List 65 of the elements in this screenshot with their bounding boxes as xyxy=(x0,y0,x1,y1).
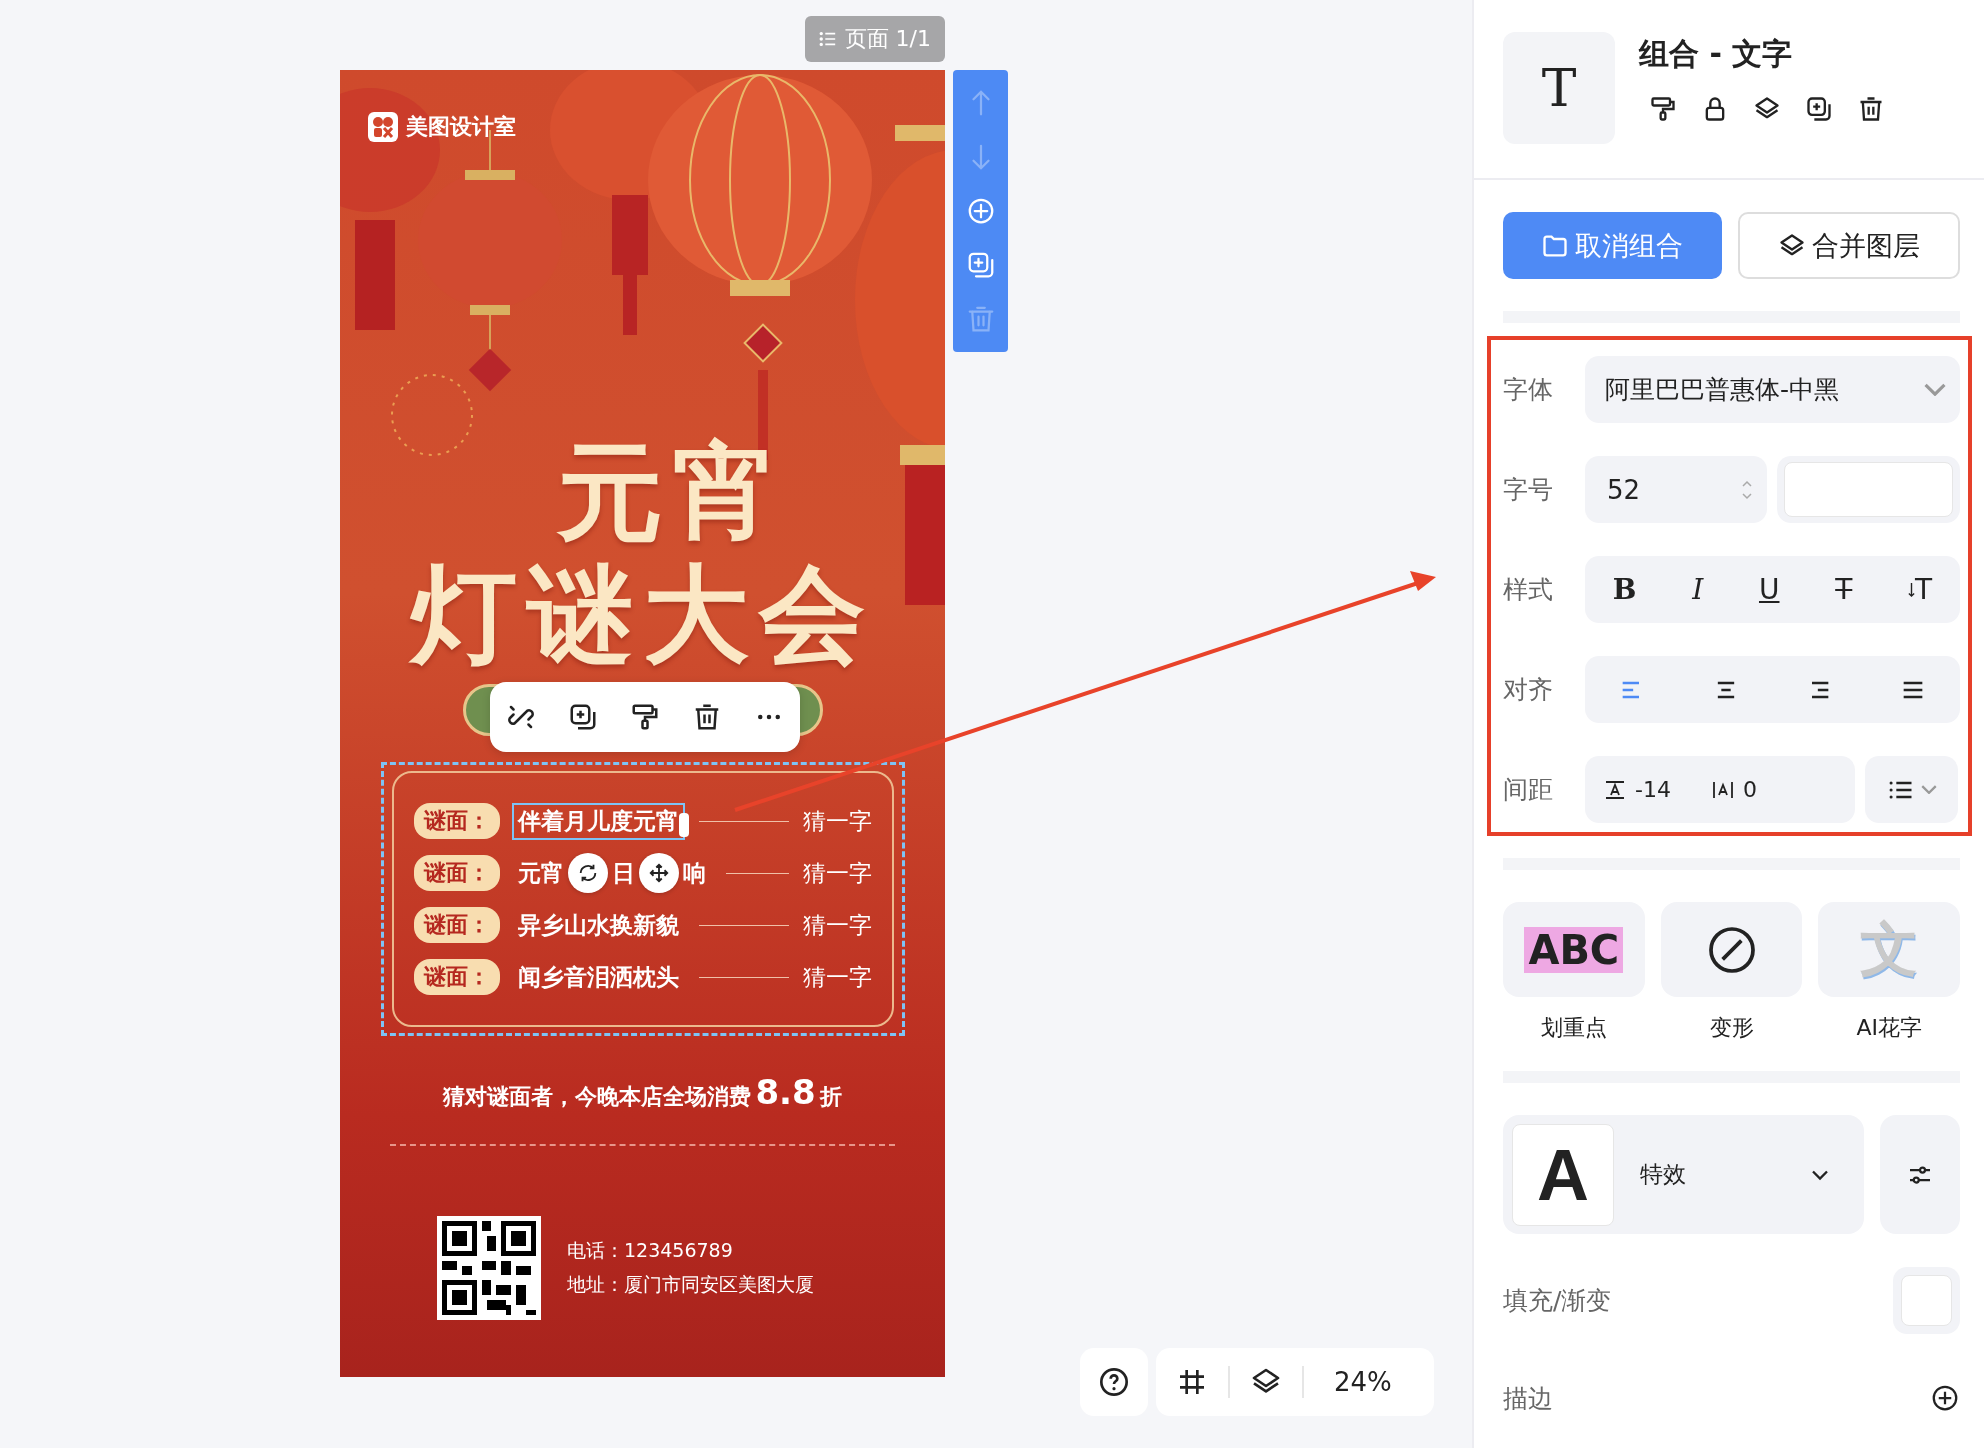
poster-title: 元宵 xyxy=(556,432,789,554)
chevron-down-icon xyxy=(1920,785,1937,794)
font-dropdown[interactable]: 阿里巴巴普惠体-中黑 xyxy=(1585,356,1960,423)
riddle-answer: 猜一字 xyxy=(802,910,872,940)
underline-button[interactable]: U xyxy=(1759,573,1780,606)
riddle-answer: 猜一字 xyxy=(802,806,872,836)
contact-text: 地址：厦门市同安区美图大厦 xyxy=(567,1272,814,1297)
resize-handle[interactable] xyxy=(678,812,689,837)
stroke-label: 描边 xyxy=(1503,1382,1553,1415)
selection-frame[interactable]: 谜面： 伴着月儿度元宵 猜一字 谜面： 元宵 日 响 猜一字 谜面： 异乡山水换新貌 猜一字 谜面： 闻乡音泪洒枕头 猜一字 xyxy=(380,762,905,1036)
field-label: 样式 xyxy=(1503,574,1554,606)
paint-roller-icon[interactable] xyxy=(1649,95,1677,123)
strike-button[interactable]: T xyxy=(1835,573,1853,606)
help-icon xyxy=(1098,1366,1130,1398)
field-label: 字体 xyxy=(1503,374,1554,406)
riddle-text: 响 xyxy=(682,858,706,888)
letter-spacing-value[interactable]: -14 xyxy=(1635,777,1671,802)
riddle-answer: 猜一字 xyxy=(802,858,872,888)
fill-color-swatch[interactable] xyxy=(1893,1266,1960,1334)
warp-effect-tile[interactable] xyxy=(1660,902,1803,997)
font-size-input[interactable]: 52 xyxy=(1585,456,1767,523)
logo-icon xyxy=(368,112,398,142)
move-icon xyxy=(647,862,670,884)
riddle-text: 异乡山水换新貌 xyxy=(517,910,679,940)
riddle-answer: 猜一字 xyxy=(802,962,872,992)
brand-name: 美图设计室 xyxy=(406,113,516,141)
help-button[interactable] xyxy=(1080,1348,1148,1416)
list-icon xyxy=(818,30,837,48)
poster-title: 灯谜大会 xyxy=(410,554,875,676)
riddle-text: 伴着月儿度元宵 xyxy=(517,806,679,836)
vertical-button[interactable]: T xyxy=(1908,573,1933,606)
list-dropdown[interactable] xyxy=(1865,756,1958,823)
field-label: 间距 xyxy=(1503,774,1554,806)
promo-text: 猜对谜面者，今晚本店全场消费 8.8 折 xyxy=(443,1072,842,1112)
bold-button[interactable]: B xyxy=(1612,573,1637,606)
duplicate-icon[interactable] xyxy=(1805,95,1833,123)
effect-label: AI花字 xyxy=(1856,1014,1922,1042)
empty-input[interactable] xyxy=(1777,456,1960,523)
chevron-down-icon xyxy=(1924,383,1946,396)
riddle-text: 日 xyxy=(611,858,635,888)
riddle-tag: 谜面： xyxy=(413,803,500,839)
move-handle[interactable] xyxy=(638,853,679,893)
text-preview: T xyxy=(1503,32,1615,144)
riddle-text: 闻乡音泪洒枕头 xyxy=(517,962,679,992)
contact-text: 电话：123456789 xyxy=(567,1238,734,1263)
add-icon[interactable] xyxy=(1930,1383,1960,1413)
panel-title: 组合 - 文字 xyxy=(1639,35,1794,73)
riddle-tag: 谜面： xyxy=(413,907,500,943)
effect-dropdown[interactable]: A 特效 xyxy=(1503,1115,1864,1234)
zoom-level[interactable]: 24% xyxy=(1324,1367,1414,1397)
paint-roller-icon[interactable] xyxy=(630,702,660,732)
effect-label: 划重点 xyxy=(1540,1014,1607,1042)
riddle-text: 元宵 xyxy=(517,858,564,888)
rotate-handle[interactable] xyxy=(567,853,608,893)
merge-layers-button[interactable]: 合并图层 xyxy=(1737,212,1960,279)
effect-label: 变形 xyxy=(1709,1014,1754,1042)
field-label: 字号 xyxy=(1503,474,1554,506)
italic-button[interactable]: I xyxy=(1692,573,1704,606)
riddle-tag: 谜面： xyxy=(413,959,500,995)
highlight-effect-tile[interactable]: ABC xyxy=(1503,902,1645,997)
fill-label: 填充/渐变 xyxy=(1503,1284,1612,1317)
duplicate-icon[interactable] xyxy=(568,702,598,732)
riddle-tag: 谜面： xyxy=(413,855,500,891)
field-label: 对齐 xyxy=(1503,674,1554,706)
char-spacing-value[interactable]: 0 xyxy=(1742,777,1757,802)
